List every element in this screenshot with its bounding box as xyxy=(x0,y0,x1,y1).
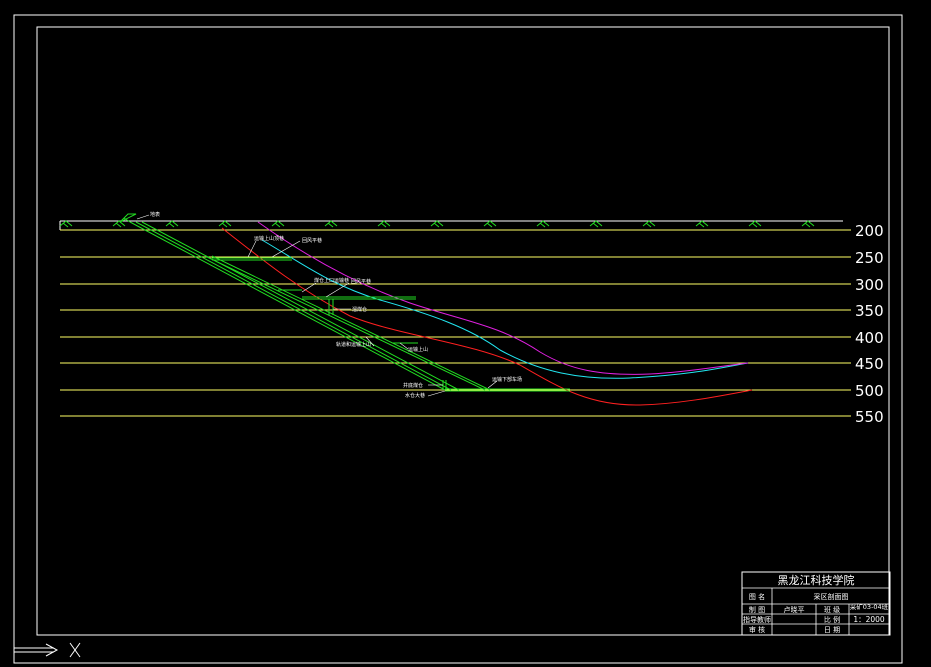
title-block-row2-label: 制 图 xyxy=(749,605,765,614)
surface-symbol-icon xyxy=(218,220,232,228)
title-block-scale-value: 1：2000 xyxy=(853,615,885,624)
surface-symbol-icon xyxy=(801,220,815,228)
elevation-levels: 200 250 300 350 400 450 500 550 xyxy=(60,222,884,426)
ucs-axis-icon xyxy=(14,642,81,658)
surface-symbol-icon xyxy=(430,220,444,228)
surface-symbol-icon xyxy=(324,220,338,228)
title-block-class-value: 采矿03-04班 xyxy=(850,602,889,611)
level-label-350: 350 xyxy=(855,302,884,320)
title-block-row3-label: 指导教师 xyxy=(743,615,771,624)
title-block: 黑龙江科技学院 图 名 采区剖面图 制 图 卢晓平 班 级 采矿03-04班 指… xyxy=(741,571,891,636)
label-return-roadway: 回风平巷 xyxy=(302,238,322,244)
label-coal-bunker-top: 煤仓上口运输巷 xyxy=(314,277,349,284)
level-label-400: 400 xyxy=(855,329,884,347)
surface-symbol-icon xyxy=(483,220,497,228)
surface-symbol-icon xyxy=(695,220,709,228)
label-track-incline: 轨道和运输上山 xyxy=(336,341,371,348)
label-water-sump: 水仓大巷 xyxy=(405,392,425,399)
inclined-roadways xyxy=(129,221,570,392)
label-bunker-return: 回风平巷 xyxy=(351,279,371,285)
level-label-500: 500 xyxy=(855,382,884,400)
title-block-row4-label: 审 核 xyxy=(749,625,765,634)
surface-symbol-icon xyxy=(589,220,603,228)
title-block-drafter-name: 卢晓平 xyxy=(784,605,805,614)
level-label-550: 550 xyxy=(855,408,884,426)
label-shaft-bottom: 井底煤仓 xyxy=(403,382,423,389)
title-block-scale-label: 比 例 xyxy=(824,615,840,624)
level-label-250: 250 xyxy=(855,249,884,267)
label-coal-bunker: 溜煤仓 xyxy=(352,306,367,313)
level-label-450: 450 xyxy=(855,355,884,373)
mining-section-drawing: 200 250 300 350 400 450 500 550 地表 运输上山顶… xyxy=(13,14,903,664)
title-block-class-label: 班 级 xyxy=(824,605,840,614)
surface-symbol-icon xyxy=(59,220,73,228)
title-block-institution: 黑龙江科技学院 xyxy=(778,573,855,587)
surface-symbol-icon xyxy=(748,220,762,228)
inner-frame xyxy=(36,26,890,636)
label-upper-coal-roadway: 运输上山顶巷 xyxy=(254,235,284,242)
ground-surface xyxy=(59,220,843,230)
surface-symbol-icon xyxy=(642,220,656,228)
level-label-200: 200 xyxy=(855,222,884,240)
surface-symbol-icon xyxy=(271,220,285,228)
red-boundary-curve xyxy=(221,227,753,406)
title-block-drawing-name: 采区剖面图 xyxy=(814,592,849,601)
surface-symbol-icon xyxy=(112,220,126,228)
label-lower-coal-roadway: 运输下部车场 xyxy=(492,376,522,383)
outer-frame xyxy=(13,14,903,664)
title-block-row1-label: 图 名 xyxy=(749,592,765,601)
label-belt-incline: 运输上山 xyxy=(408,346,428,353)
level-label-300: 300 xyxy=(855,276,884,294)
label-surface: 地表 xyxy=(150,211,160,218)
surface-vegetation-symbols xyxy=(59,220,815,228)
surface-symbol-icon xyxy=(377,220,391,228)
surface-symbol-icon xyxy=(536,220,550,228)
title-block-date-label: 日 期 xyxy=(824,626,840,634)
surface-symbol-icon xyxy=(165,220,179,228)
